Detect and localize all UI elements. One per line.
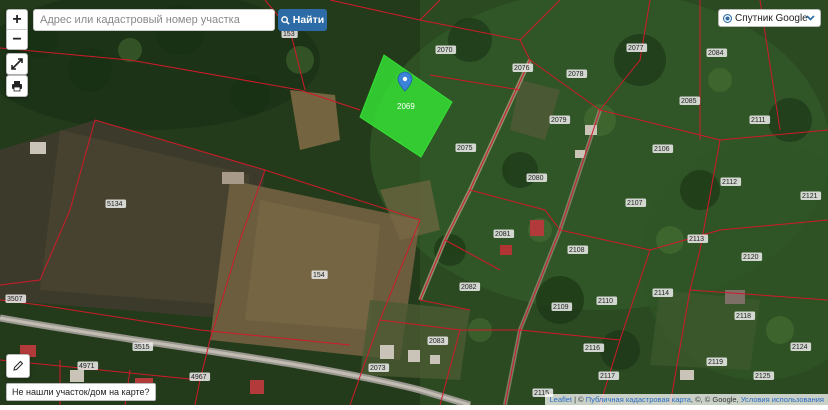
parcel-label[interactable]: 2080 — [528, 175, 544, 182]
parcel-label[interactable]: 2118 — [736, 313, 751, 320]
parcel-label[interactable]: 2120 — [743, 254, 759, 261]
parcel-label[interactable]: 2078 — [568, 71, 584, 78]
pencil-icon — [13, 360, 24, 371]
pkk-link[interactable]: Публичная кадастровая карта — [586, 395, 691, 404]
parcel-label[interactable]: 2109 — [553, 304, 569, 311]
parcel-label[interactable]: 4967 — [191, 374, 207, 381]
layer-radio[interactable] — [723, 13, 732, 23]
parcel-label[interactable]: 5134 — [107, 201, 123, 208]
parcel-label[interactable]: 2110 — [598, 298, 613, 305]
print-icon — [12, 81, 22, 92]
zoom-in-icon[interactable]: + — [7, 10, 27, 29]
parcel-label[interactable]: 2119 — [708, 359, 723, 366]
search-input[interactable] — [33, 9, 275, 31]
parcel-label[interactable]: 3507 — [7, 296, 23, 303]
satellite-map[interactable]: 2069 153 2070 2077 2084 2076 2078 2085 2079 2111… — [0, 0, 828, 409]
parcel-label[interactable]: 2084 — [708, 50, 724, 57]
parcel-label[interactable]: 2070 — [437, 47, 453, 54]
attribution-sep: | © — [572, 395, 586, 404]
print-button[interactable] — [6, 75, 28, 97]
parcel-label[interactable]: 4971 — [79, 363, 95, 370]
parcel-label[interactable]: 2121 — [802, 193, 818, 200]
attribution: Leaflet | © Публичная кадастровая карта,… — [545, 394, 828, 405]
parcel-label[interactable]: 2081 — [495, 231, 511, 238]
parcel-label[interactable]: 2075 — [457, 145, 473, 152]
parcel-label[interactable]: 2107 — [627, 200, 643, 207]
parcel-label[interactable]: 153 — [283, 31, 295, 38]
map-view[interactable]: 2069 153 2070 2077 2084 2076 2078 2085 2079 2111… — [0, 0, 828, 409]
parcel-label[interactable]: 2124 — [792, 344, 808, 351]
parcel-label[interactable]: 2125 — [755, 373, 771, 380]
parcel-label[interactable]: 2085 — [681, 98, 697, 105]
search-button-label: Найти — [292, 14, 325, 26]
parcel-label[interactable]: 3515 — [134, 344, 150, 351]
parcel-label[interactable]: 2106 — [654, 146, 670, 153]
terms-link[interactable]: Условия использования — [741, 395, 824, 404]
parcel-label[interactable]: 2114 — [654, 290, 669, 297]
draw-button[interactable] — [6, 354, 30, 378]
not-found-link[interactable]: Не нашли участок/дом на карте? — [6, 383, 156, 401]
parcel-label[interactable]: 2082 — [461, 284, 477, 291]
leaflet-link[interactable]: Leaflet — [549, 395, 572, 404]
zoom-out-icon[interactable]: − — [7, 29, 27, 49]
fullscreen-icon — [11, 58, 23, 70]
parcel-label[interactable]: 2113 — [689, 236, 704, 243]
fullscreen-button[interactable] — [6, 53, 28, 75]
attribution-google: , ©, © Google, — [690, 395, 741, 404]
search-button[interactable]: Найти — [278, 9, 327, 31]
parcel-label[interactable]: 2117 — [600, 373, 615, 380]
layer-select[interactable]: Спутник Google — [718, 9, 821, 27]
parcel-label[interactable]: 2116 — [585, 345, 600, 352]
parcel-label[interactable]: 2077 — [628, 45, 644, 52]
parcel-label[interactable]: 154 — [313, 272, 325, 279]
parcel-label[interactable]: 2073 — [370, 365, 386, 372]
parcel-label[interactable]: 2111 — [751, 117, 766, 124]
search-icon — [280, 15, 290, 25]
layer-selected-label: Спутник Google — [735, 12, 808, 24]
selected-parcel-label: 2069 — [397, 102, 415, 111]
chevron-down-icon[interactable] — [803, 10, 817, 26]
parcel-label[interactable]: 2076 — [514, 65, 530, 72]
zoom-control: + − — [6, 9, 28, 50]
parcel-label[interactable]: 2112 — [722, 179, 737, 186]
parcel-label[interactable]: 2108 — [569, 247, 585, 254]
parcel-label[interactable]: 2083 — [429, 338, 445, 345]
parcel-label[interactable]: 2079 — [551, 117, 567, 124]
